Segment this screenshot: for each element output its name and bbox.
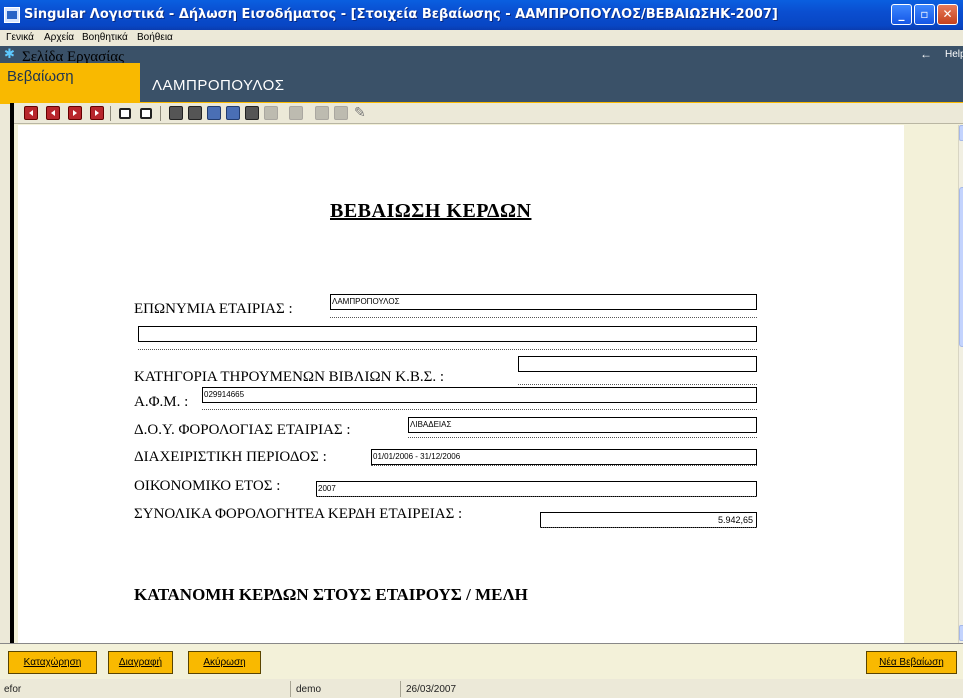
afm-field[interactable]: 029914665 xyxy=(202,387,757,403)
disabled-icon xyxy=(315,106,329,120)
period-field[interactable]: 01/01/2006 - 31/12/2006 xyxy=(371,449,757,465)
dotted-line xyxy=(330,317,757,318)
help-link[interactable]: Help xyxy=(945,49,963,60)
vertical-scrollbar[interactable]: ▲ ▼ xyxy=(958,125,963,643)
menu-item-help[interactable]: Βοήθεια xyxy=(137,32,173,43)
export-icon[interactable] xyxy=(245,106,259,120)
status-bar: efor demo 26/03/2007 xyxy=(0,680,963,698)
record-name: ΛΑΜΠΡΟΠΟΥΛΟΣ xyxy=(152,77,285,94)
save-button[interactable]: Καταχώρηση xyxy=(8,651,97,674)
title-bar: Singular Λογιστικά - Δήλωση Εισοδήματος … xyxy=(0,0,963,30)
doy-field[interactable]: ΛΙΒΑΔΕΙΑΣ xyxy=(408,417,757,433)
period-label: ΔΙΑΧΕΙΡΙΣΤΙΚΗ ΠΕΡΙΟΔΟΣ : xyxy=(134,449,327,465)
dotted-line xyxy=(371,465,757,466)
report-toolbar: ✎ xyxy=(14,103,963,124)
dotted-line xyxy=(408,437,757,438)
menu-bar: Γενικά Αρχεία Βοηθητικά Βοήθεια xyxy=(0,30,963,46)
next-icon[interactable] xyxy=(68,106,82,120)
status-user: demo xyxy=(296,684,322,695)
star-icon: ✱ xyxy=(4,46,15,61)
scroll-up-icon[interactable]: ▲ xyxy=(959,125,963,141)
menu-item-general[interactable]: Γενικά xyxy=(6,32,34,43)
status-date: 26/03/2007 xyxy=(406,684,457,695)
total-profit-label: ΣΥΝΟΛΙΚΑ ΦΟΡΟΛΟΓΗΤΕΑ ΚΕΡΔΗ ΕΤΑΙΡΕΙΑΣ : xyxy=(134,506,463,522)
delete-button[interactable]: Διαγραφή xyxy=(108,651,173,674)
window-title: Singular Λογιστικά - Δήλωση Εισοδήματος … xyxy=(24,7,778,22)
books-category-label: ΚΑΤΗΓΟΡΙΑ ΤΗΡΟΥΜΕΝΩΝ ΒΙΒΛΙΩΝ Κ.Β.Σ. : xyxy=(134,369,444,385)
dotted-line xyxy=(138,349,757,350)
cancel-button[interactable]: Ακύρωση xyxy=(188,651,261,674)
last-icon[interactable] xyxy=(90,106,104,120)
frame-right-icon[interactable] xyxy=(140,108,152,119)
first-icon[interactable] xyxy=(24,106,38,120)
document-icon[interactable] xyxy=(226,106,240,120)
maximize-button[interactable]: ▫ xyxy=(914,4,935,25)
action-bar: Καταχώρηση Διαγραφή Ακύρωση Νέα Βεβαίωση xyxy=(0,643,963,679)
action-bar-divider xyxy=(0,643,963,644)
scroll-thumb[interactable] xyxy=(959,187,963,347)
dotted-line xyxy=(202,409,757,410)
prev-icon[interactable] xyxy=(46,106,60,120)
scroll-down-icon[interactable]: ▼ xyxy=(959,625,963,641)
report-icon[interactable] xyxy=(207,106,221,120)
task-bar: ✱ Σελίδα Εργασίας ← Help xyxy=(0,46,963,65)
close-button[interactable]: ✕ xyxy=(937,4,958,25)
status-divider xyxy=(290,681,291,697)
print-preview-icon[interactable] xyxy=(188,106,202,120)
margin-strip xyxy=(905,125,963,643)
toolbar-separator xyxy=(160,106,161,121)
back-arrow-icon[interactable]: ← xyxy=(920,46,932,62)
status-app: efor xyxy=(4,684,22,695)
books-category-field[interactable] xyxy=(518,356,757,372)
menu-item-tools[interactable]: Βοηθητικά xyxy=(82,32,128,43)
disabled-icon xyxy=(334,106,348,120)
company-field[interactable]: ΛΑΜΠΡΟΠΟΥΛΟΣ xyxy=(330,294,757,310)
new-certificate-button[interactable]: Νέα Βεβαίωση xyxy=(866,651,957,674)
dotted-line xyxy=(518,384,757,385)
frame-left-icon[interactable] xyxy=(119,108,131,119)
edit-pen-icon[interactable]: ✎ xyxy=(354,105,370,120)
toolbar-separator xyxy=(110,106,111,121)
page-header: Βεβαίωση ΛΑΜΠΡΟΠΟΥΛΟΣ xyxy=(0,63,963,104)
disabled-icon xyxy=(289,106,303,120)
total-profit-field[interactable]: 5.942,65 xyxy=(540,512,757,528)
tab-certificate[interactable]: Βεβαίωση xyxy=(0,63,140,103)
partners-allocation-heading: ΚΑΤΑΝΟΜΗ ΚΕΡΔΩΝ ΣΤΟΥΣ ΕΤΑΙΡΟΥΣ / ΜΕΛΗ xyxy=(134,585,528,604)
company-field-line2[interactable] xyxy=(138,326,757,342)
fiscal-year-field[interactable]: 2007 xyxy=(316,481,757,497)
company-label: ΕΠΩΝΥΜΙΑ ΕΤΑΙΡΙΑΣ : xyxy=(134,301,293,317)
app-icon[interactable] xyxy=(4,7,20,23)
afm-label: Α.Φ.Μ. : xyxy=(134,394,189,410)
print-icon[interactable] xyxy=(169,106,183,120)
status-divider xyxy=(400,681,401,697)
menu-item-files[interactable]: Αρχεία xyxy=(44,32,74,43)
dotted-line xyxy=(316,496,757,497)
form-heading: ΒΕΒΑΙΩΣΗ ΚΕΡΔΩΝ xyxy=(330,200,532,222)
minimize-button[interactable]: _ xyxy=(891,4,912,25)
fiscal-year-label: ΟΙΚΟΝΟΜΙΚΟ ΕΤΟΣ : xyxy=(134,478,281,494)
document-area: ✎ ▲ ▼ ΒΕΒΑΙΩΣΗ ΚΕΡΔΩΝ ΕΠΩΝΥΜΙΑ ΕΤΑΙΡΙΑΣ … xyxy=(10,103,963,643)
dotted-line xyxy=(540,527,757,528)
doy-label: Δ.Ο.Υ. ΦΟΡΟΛΟΓΙΑΣ ΕΤΑΙΡΙΑΣ : xyxy=(134,422,351,438)
disabled-icon xyxy=(264,106,278,120)
